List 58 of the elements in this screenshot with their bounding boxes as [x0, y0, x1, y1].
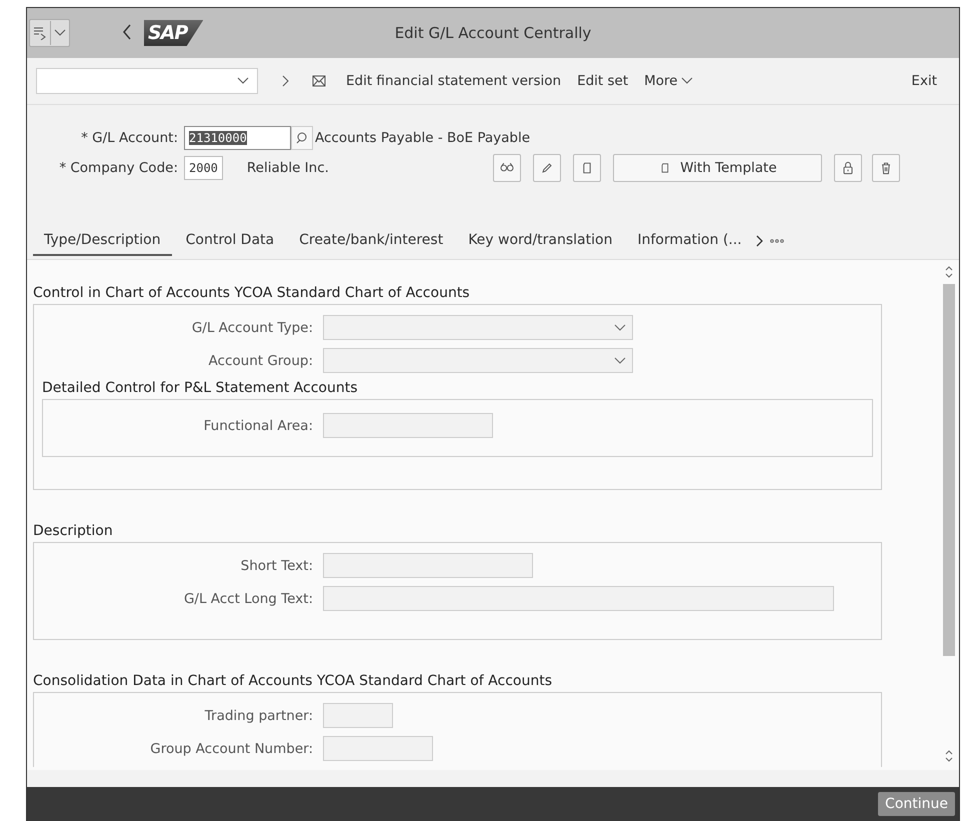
- more-icon[interactable]: [770, 239, 784, 243]
- value-help-button[interactable]: [291, 126, 313, 150]
- tab[interactable]: Information (...: [626, 230, 753, 256]
- system-menu-button[interactable]: [29, 19, 70, 47]
- input-field[interactable]: 2000: [184, 156, 223, 180]
- chevron-down-icon: [54, 29, 66, 37]
- dropdown-field[interactable]: [323, 315, 633, 340]
- field-label: Short Text:: [240, 558, 314, 574]
- chevron-down-icon: [237, 77, 249, 85]
- toolbar-action[interactable]: Edit set: [569, 71, 636, 91]
- lock-button[interactable]: [834, 154, 862, 182]
- exit-button[interactable]: Exit: [903, 71, 945, 91]
- command-field[interactable]: [36, 68, 258, 94]
- input-field[interactable]: 21310000: [184, 126, 291, 150]
- window-title: Edit G/L Account Centrally: [394, 24, 592, 42]
- section-title: Consolidation Data in Chart of Accounts YCOA Standard Chart of Accounts: [33, 672, 552, 691]
- section-title: Description: [33, 522, 113, 541]
- section-title: Control in Chart of Accounts YCOA Standard Chart of Accounts: [33, 284, 470, 303]
- tab[interactable]: Type/Description: [33, 230, 172, 256]
- field-label: G/L Acct Long Text:: [182, 590, 314, 606]
- input-field[interactable]: [323, 586, 834, 611]
- create-button[interactable]: [573, 154, 601, 182]
- input-field[interactable]: [323, 736, 433, 761]
- account-description: Accounts Payable - BoE Payable: [315, 130, 530, 146]
- chevron-left-icon: [122, 24, 132, 40]
- tab[interactable]: Key word/translation: [457, 230, 624, 256]
- logo: SAP: [144, 20, 204, 46]
- field-label: Account Group:: [208, 352, 314, 368]
- input-field[interactable]: [323, 553, 533, 578]
- search-icon: [296, 132, 308, 144]
- company-name: Reliable Inc.: [246, 160, 329, 176]
- chevron-down-icon: [680, 77, 693, 85]
- delete-button[interactable]: [872, 154, 900, 182]
- more-menu[interactable]: More: [636, 71, 701, 91]
- with-template-button[interactable]: With Template: [613, 154, 822, 182]
- chevron-right-icon: [282, 75, 290, 87]
- chevron-down-icon: [614, 356, 626, 364]
- chevron-right-icon[interactable]: [756, 235, 764, 247]
- scroll-down-icon: [944, 748, 954, 764]
- tab[interactable]: Control Data: [174, 230, 286, 256]
- field-label: Functional Area:: [202, 418, 314, 434]
- toolbar-action[interactable]: Edit financial statement version: [338, 71, 570, 91]
- field-label: * G/L Account:: [80, 130, 179, 146]
- section-title: Detailed Control for P&L Statement Accounts: [42, 379, 358, 398]
- tab[interactable]: Create/bank/interest: [288, 230, 454, 256]
- input-field[interactable]: [323, 413, 493, 438]
- field-label: G/L Account Type:: [190, 320, 314, 336]
- menu-icon: [33, 26, 47, 40]
- input-field[interactable]: [323, 703, 393, 728]
- field-label: Group Account Number:: [149, 740, 314, 756]
- field-label: Trading partner:: [204, 708, 314, 724]
- dropdown-field[interactable]: [323, 348, 633, 373]
- chevron-down-icon: [614, 324, 626, 332]
- display-button[interactable]: [493, 154, 521, 182]
- scroll-up-icon: [944, 264, 954, 280]
- edit-button[interactable]: [533, 154, 561, 182]
- field-label: * Company Code:: [58, 160, 179, 176]
- envelope-icon: [312, 75, 326, 87]
